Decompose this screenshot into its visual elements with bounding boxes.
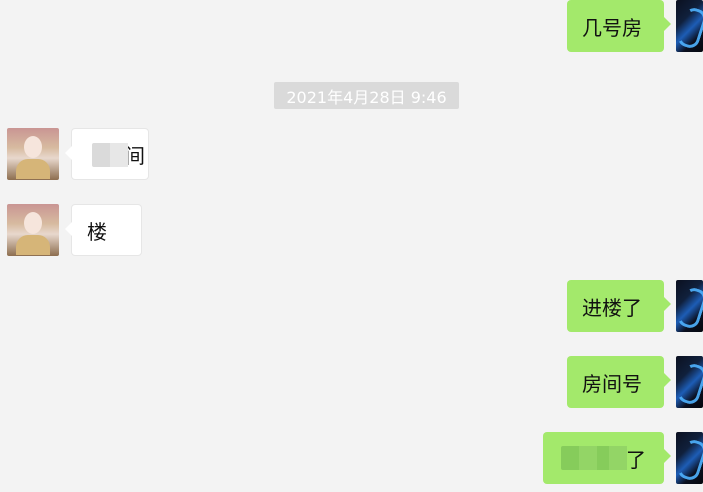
message-bubble[interactable]: 间: [65, 128, 149, 180]
redaction-blur: [92, 143, 128, 167]
message-row: 间: [0, 128, 703, 182]
chat-window: 几号房 2021年4月28日 9:46 间 楼 进楼了 房间号 了: [0, 0, 703, 492]
timestamp: 2021年4月28日 9:46: [274, 82, 459, 109]
message-row: 了: [0, 432, 703, 486]
message-text: 楼: [87, 219, 107, 244]
message-row: 几号房: [0, 0, 703, 54]
avatar[interactable]: [676, 432, 703, 484]
message-bubble[interactable]: 了: [543, 432, 671, 484]
message-text: 几号房: [582, 15, 642, 40]
message-text: 了: [626, 447, 646, 472]
avatar[interactable]: [676, 280, 703, 332]
avatar[interactable]: [7, 204, 59, 256]
message-row: 进楼了: [0, 280, 703, 334]
avatar[interactable]: [676, 356, 703, 408]
message-bubble[interactable]: 房间号: [567, 356, 671, 408]
message-text: 间: [125, 143, 145, 168]
message-row: 房间号: [0, 356, 703, 410]
avatar[interactable]: [7, 128, 59, 180]
redaction-blur: [561, 446, 627, 470]
message-bubble[interactable]: 楼: [65, 204, 142, 256]
message-bubble[interactable]: 几号房: [567, 0, 671, 52]
message-text: 进楼了: [582, 295, 642, 320]
message-text: 房间号: [582, 371, 642, 396]
message-bubble[interactable]: 进楼了: [567, 280, 671, 332]
message-row: 楼: [0, 204, 703, 258]
avatar[interactable]: [676, 0, 703, 52]
